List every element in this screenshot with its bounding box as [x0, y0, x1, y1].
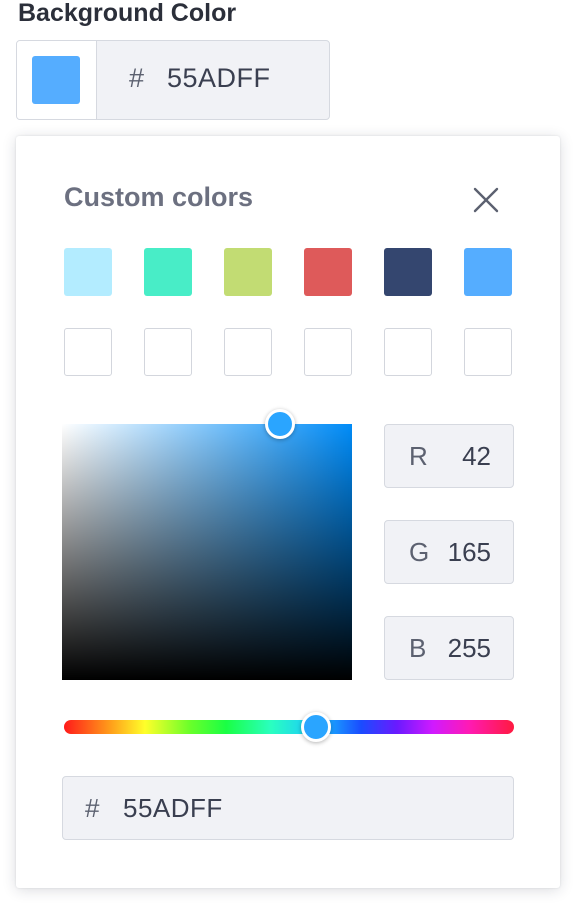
red-field[interactable]: R 42 [384, 424, 514, 488]
sv-black-layer [62, 424, 352, 680]
close-icon [473, 187, 499, 213]
empty-swatch-slot[interactable] [384, 328, 432, 376]
green-value[interactable]: 165 [448, 537, 491, 568]
empty-swatch-slot[interactable] [64, 328, 112, 376]
red-value[interactable]: 42 [462, 441, 491, 472]
hex-input-field[interactable]: # 55ADFF [62, 776, 514, 840]
empty-swatch-slot[interactable] [224, 328, 272, 376]
current-color-swatch [32, 56, 80, 104]
hash-symbol: # [129, 63, 145, 93]
sv-handle[interactable] [264, 409, 295, 439]
preset-swatch[interactable] [144, 248, 192, 296]
close-button[interactable] [468, 182, 504, 218]
blue-label: B [409, 633, 427, 663]
preset-swatch[interactable] [64, 248, 112, 296]
color-picker-popover: Custom colors R 42 G 165 B 255 # 55ADFF [16, 136, 560, 888]
hue-slider[interactable] [64, 712, 514, 742]
hex-value-text[interactable]: 55ADFF [167, 63, 271, 94]
hex-input-value[interactable]: 55ADFF [123, 793, 223, 824]
green-field[interactable]: G 165 [384, 520, 514, 584]
field-label: Background Color [18, 0, 237, 27]
blue-value[interactable]: 255 [448, 633, 491, 664]
blue-field[interactable]: B 255 [384, 616, 514, 680]
empty-swatch-slot[interactable] [464, 328, 512, 376]
green-label: G [409, 537, 430, 567]
red-label: R [409, 441, 428, 471]
popover-title: Custom colors [64, 182, 254, 212]
empty-swatch-slot[interactable] [304, 328, 352, 376]
saturation-brightness-area[interactable] [62, 409, 352, 680]
empty-swatch-slot[interactable] [144, 328, 192, 376]
background-color-input[interactable]: # 55ADFF [16, 40, 330, 120]
preset-swatch[interactable] [384, 248, 432, 296]
current-color-swatch-box[interactable] [17, 41, 97, 119]
hue-slider-handle[interactable] [301, 712, 331, 742]
preset-swatch[interactable] [224, 248, 272, 296]
preset-swatch[interactable] [304, 248, 352, 296]
hash-symbol: # [85, 793, 100, 823]
preset-swatch[interactable] [464, 248, 512, 296]
